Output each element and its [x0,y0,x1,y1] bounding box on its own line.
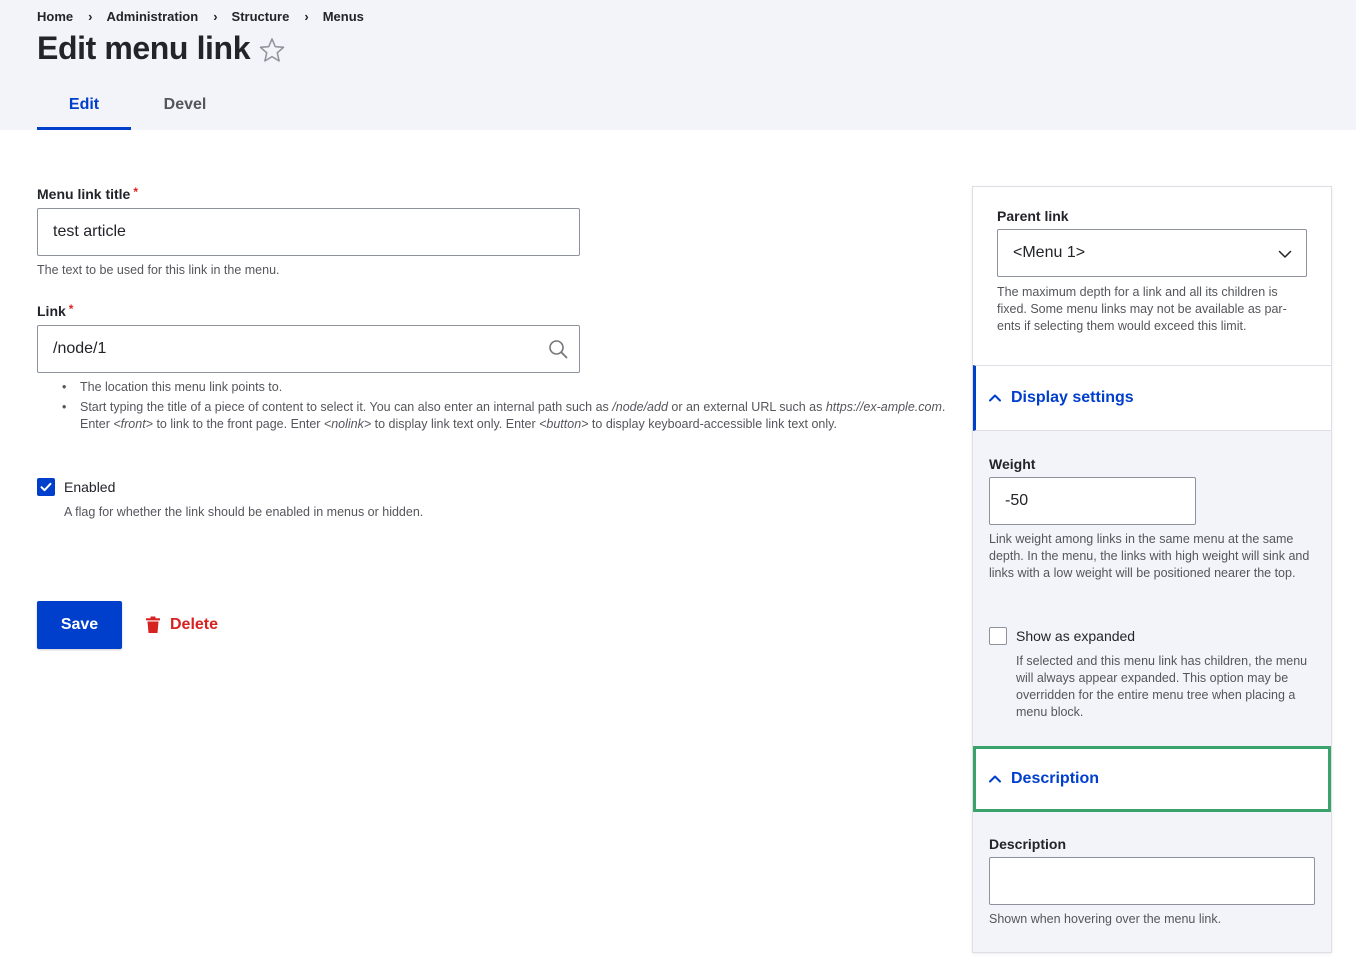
breadcrumb-home[interactable]: Home [37,9,73,24]
parent-link-value: <Menu 1> [1013,244,1086,261]
weight-description: Link weight among links in the same menu… [989,532,1310,580]
chevron-up-icon [989,775,1001,783]
tab-devel[interactable]: Devel [131,82,239,130]
required-marker: * [133,185,139,199]
breadcrumb-structure[interactable]: Structure [232,9,290,24]
trash-icon [146,616,160,633]
description-toggle[interactable]: Description [973,746,1331,812]
link-help-list: The location this menu link points to. S… [62,379,947,436]
enabled-checkbox[interactable] [37,478,55,496]
display-settings-label: Display settings [1011,389,1134,406]
link-help-item: The location this menu link points to. [62,379,947,396]
parent-link-label: Parent link [997,208,1069,224]
link-help-item: Start typing the title of a piece of con… [62,399,947,433]
show-as-expanded-description: If selected and this menu link has child… [1016,654,1308,719]
enabled-label[interactable]: Enabled [64,479,115,495]
star-icon[interactable] [258,36,286,64]
delete-label: Delete [170,616,219,633]
tabs: Edit Devel [37,82,239,130]
chevron-up-icon [989,394,1001,402]
menu-link-title-label: Menu link title * [37,185,139,202]
description-label: Description [989,836,1067,852]
link-label: Link * [37,302,74,319]
required-marker: * [68,302,74,316]
parent-link-section: Parent link <Menu 1> The maximum depth f… [973,187,1331,365]
weight-input[interactable]: -50 [989,477,1196,525]
page-title: Edit menu link [37,30,251,66]
delete-button[interactable]: Delete [145,613,218,637]
search-icon [549,340,568,359]
breadcrumb-separator-icon: › [213,9,218,24]
description-input[interactable] [989,857,1315,905]
enabled-description: A flag for whether the link should be en… [64,505,424,519]
show-as-expanded-checkbox[interactable] [989,627,1007,645]
show-as-expanded-label[interactable]: Show as expanded [1016,628,1135,644]
breadcrumb-administration[interactable]: Administration [106,9,198,24]
link-input[interactable]: /node/1 [37,325,580,373]
parent-link-select[interactable]: <Menu 1> [997,229,1307,277]
weight-label: Weight [989,456,1036,472]
sidebar: Parent link <Menu 1> The maximum depth f… [972,186,1332,953]
description-help: Shown when hovering over the menu link. [989,912,1222,926]
menu-link-title-input[interactable]: test article [37,208,580,256]
menu-link-title-description: The text to be used for this link in the… [37,263,280,277]
save-button[interactable]: Save [37,601,122,649]
breadcrumb: Home › Administration › Structure › Menu… [37,9,364,24]
tab-edit[interactable]: Edit [37,82,131,130]
chevron-down-icon [1278,250,1292,258]
check-icon [40,482,52,492]
breadcrumb-separator-icon: › [304,9,309,24]
breadcrumb-menus[interactable]: Menus [323,9,364,24]
display-settings-toggle[interactable]: Display settings [973,365,1331,431]
parent-link-description: The maximum depth for a link and all its… [997,285,1287,333]
page-header: Home › Administration › Structure › Menu… [0,0,1356,130]
breadcrumb-separator-icon: › [88,9,93,24]
description-section-label: Description [1011,770,1100,787]
